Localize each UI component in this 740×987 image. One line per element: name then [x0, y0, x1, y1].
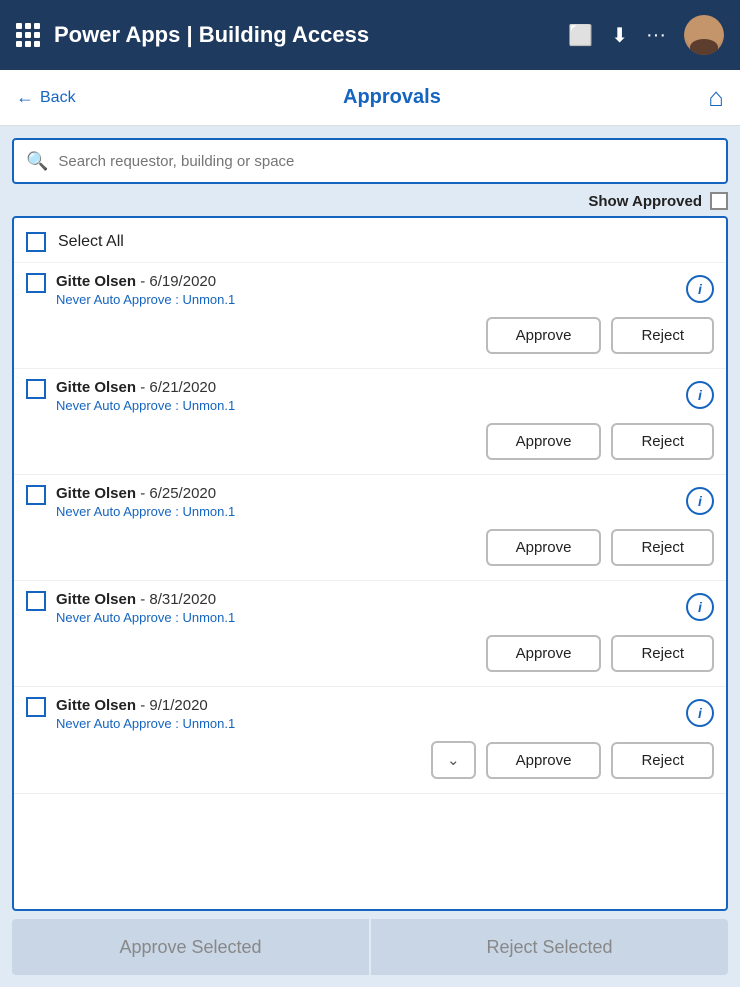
- request-name: Gitte Olsen: [56, 273, 136, 290]
- request-actions: Approve Reject: [26, 317, 714, 354]
- show-approved-checkbox[interactable]: [710, 192, 728, 210]
- user-avatar[interactable]: [684, 15, 724, 55]
- request-actions: Approve Reject: [26, 635, 714, 672]
- request-name: Gitte Olsen: [56, 697, 136, 714]
- approve-button[interactable]: Approve: [486, 423, 602, 460]
- back-arrow-icon: ←: [16, 87, 34, 108]
- approve-button[interactable]: Approve: [486, 742, 602, 779]
- request-date: - 6/25/2020: [140, 485, 216, 502]
- home-icon[interactable]: ⌂: [708, 82, 724, 113]
- request-header: Gitte Olsen - 6/21/2020 Never Auto Appro…: [26, 379, 714, 413]
- bottom-bar: Approve Selected Reject Selected: [12, 919, 728, 975]
- request-actions: ⌄ Approve Reject: [26, 741, 714, 779]
- request-info: Gitte Olsen - 9/1/2020 Never Auto Approv…: [56, 697, 676, 731]
- request-name-date: Gitte Olsen - 9/1/2020: [56, 697, 676, 714]
- page-title: Approvals: [76, 86, 709, 109]
- info-icon[interactable]: i: [686, 275, 714, 303]
- approve-button[interactable]: Approve: [486, 317, 602, 354]
- requests-container: Gitte Olsen - 6/19/2020 Never Auto Appro…: [14, 263, 726, 794]
- request-name: Gitte Olsen: [56, 379, 136, 396]
- header-actions: ⬜ ⬇ ···: [568, 15, 724, 55]
- request-actions: Approve Reject: [26, 529, 714, 566]
- request-header: Gitte Olsen - 6/19/2020 Never Auto Appro…: [26, 273, 714, 307]
- reject-button[interactable]: Reject: [611, 529, 714, 566]
- request-name-date: Gitte Olsen - 6/25/2020: [56, 485, 676, 502]
- approve-selected-button[interactable]: Approve Selected: [12, 919, 369, 975]
- search-bar: 🔍: [12, 138, 728, 184]
- request-date: - 6/19/2020: [140, 273, 216, 290]
- request-info: Gitte Olsen - 8/31/2020 Never Auto Appro…: [56, 591, 676, 625]
- approve-button[interactable]: Approve: [486, 635, 602, 672]
- info-icon[interactable]: i: [686, 487, 714, 515]
- request-subtitle[interactable]: Never Auto Approve : Unmon.1: [56, 504, 676, 519]
- reject-selected-button[interactable]: Reject Selected: [371, 919, 728, 975]
- info-icon[interactable]: i: [686, 381, 714, 409]
- main-content: 🔍 Show Approved Select All Gitte Olsen -…: [0, 126, 740, 987]
- request-date: - 8/31/2020: [140, 591, 216, 608]
- header-title: Power Apps | Building Access: [54, 22, 568, 48]
- request-header: Gitte Olsen - 6/25/2020 Never Auto Appro…: [26, 485, 714, 519]
- request-subtitle[interactable]: Never Auto Approve : Unmon.1: [56, 398, 676, 413]
- reject-button[interactable]: Reject: [611, 742, 714, 779]
- dropdown-button[interactable]: ⌄: [431, 741, 476, 779]
- request-name-date: Gitte Olsen - 6/21/2020: [56, 379, 676, 396]
- list-item: Gitte Olsen - 8/31/2020 Never Auto Appro…: [14, 581, 726, 687]
- more-options-icon[interactable]: ···: [646, 24, 666, 47]
- search-icon: 🔍: [26, 151, 48, 172]
- grid-menu-icon[interactable]: [16, 23, 40, 47]
- info-icon[interactable]: i: [686, 593, 714, 621]
- request-info: Gitte Olsen - 6/19/2020 Never Auto Appro…: [56, 273, 676, 307]
- list-item: Gitte Olsen - 9/1/2020 Never Auto Approv…: [14, 687, 726, 794]
- request-name: Gitte Olsen: [56, 485, 136, 502]
- list-item: Gitte Olsen - 6/19/2020 Never Auto Appro…: [14, 263, 726, 369]
- reject-button[interactable]: Reject: [611, 423, 714, 460]
- request-subtitle[interactable]: Never Auto Approve : Unmon.1: [56, 716, 676, 731]
- requests-list: Select All Gitte Olsen - 6/19/2020 Never…: [12, 216, 728, 911]
- request-name-date: Gitte Olsen - 8/31/2020: [56, 591, 676, 608]
- show-approved-label: Show Approved: [588, 193, 702, 210]
- request-checkbox[interactable]: [26, 591, 46, 611]
- select-all-row: Select All: [14, 226, 726, 263]
- approve-button[interactable]: Approve: [486, 529, 602, 566]
- back-button[interactable]: ← Back: [16, 87, 76, 108]
- request-info: Gitte Olsen - 6/21/2020 Never Auto Appro…: [56, 379, 676, 413]
- app-header: Power Apps | Building Access ⬜ ⬇ ···: [0, 0, 740, 70]
- search-input[interactable]: [58, 153, 714, 170]
- reject-button[interactable]: Reject: [611, 635, 714, 672]
- select-all-checkbox[interactable]: [26, 232, 46, 252]
- request-subtitle[interactable]: Never Auto Approve : Unmon.1: [56, 292, 676, 307]
- info-icon[interactable]: i: [686, 699, 714, 727]
- screen-icon[interactable]: ⬜: [568, 23, 593, 48]
- navigation-bar: ← Back Approvals ⌂: [0, 70, 740, 126]
- request-checkbox[interactable]: [26, 379, 46, 399]
- list-item: Gitte Olsen - 6/25/2020 Never Auto Appro…: [14, 475, 726, 581]
- request-checkbox[interactable]: [26, 485, 46, 505]
- reject-button[interactable]: Reject: [611, 317, 714, 354]
- request-actions: Approve Reject: [26, 423, 714, 460]
- back-label: Back: [40, 89, 76, 107]
- request-name-date: Gitte Olsen - 6/19/2020: [56, 273, 676, 290]
- request-checkbox[interactable]: [26, 697, 46, 717]
- request-info: Gitte Olsen - 6/25/2020 Never Auto Appro…: [56, 485, 676, 519]
- request-subtitle[interactable]: Never Auto Approve : Unmon.1: [56, 610, 676, 625]
- show-approved-row: Show Approved: [12, 192, 728, 210]
- request-header: Gitte Olsen - 9/1/2020 Never Auto Approv…: [26, 697, 714, 731]
- request-header: Gitte Olsen - 8/31/2020 Never Auto Appro…: [26, 591, 714, 625]
- request-date: - 9/1/2020: [140, 697, 208, 714]
- request-checkbox[interactable]: [26, 273, 46, 293]
- select-all-label: Select All: [58, 233, 124, 251]
- download-icon[interactable]: ⬇: [611, 23, 628, 48]
- request-date: - 6/21/2020: [140, 379, 216, 396]
- list-item: Gitte Olsen - 6/21/2020 Never Auto Appro…: [14, 369, 726, 475]
- request-name: Gitte Olsen: [56, 591, 136, 608]
